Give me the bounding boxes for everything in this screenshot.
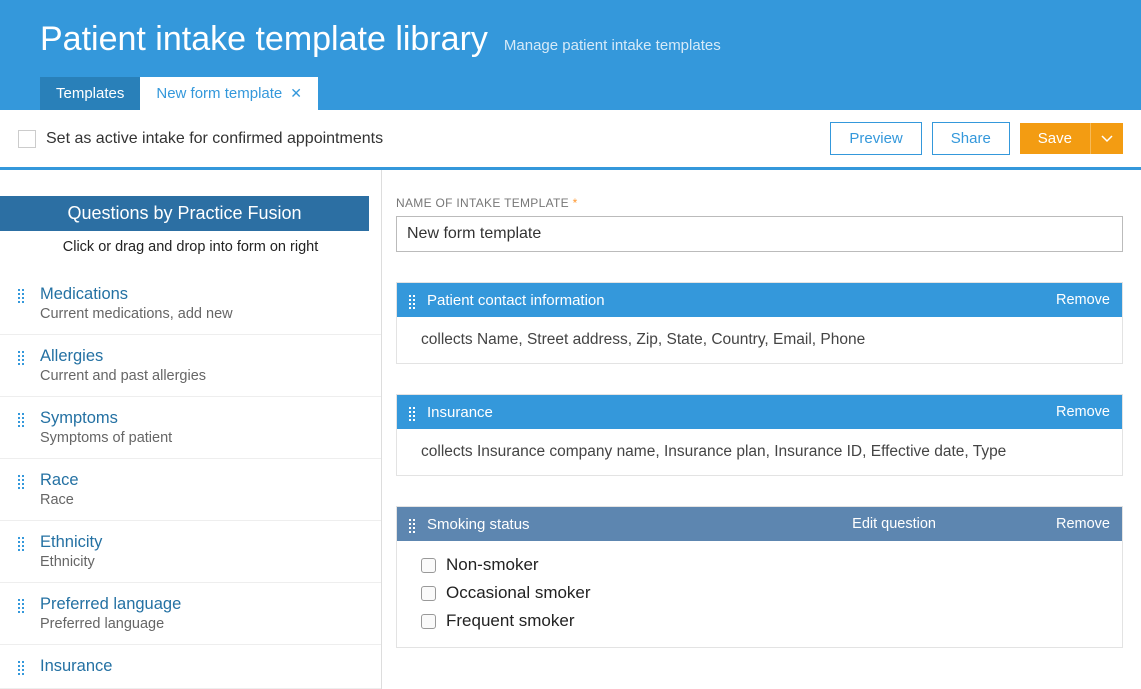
page-title: Patient intake template library: [40, 20, 488, 59]
template-name-label: NAME OF INTAKE TEMPLATE *: [396, 196, 1123, 210]
question-item-medications[interactable]: Medications Current medications, add new: [0, 273, 381, 335]
question-title: Ethnicity: [40, 533, 102, 552]
option-label: Occasional smoker: [446, 583, 591, 603]
drag-handle-icon[interactable]: [18, 661, 26, 675]
template-name-input[interactable]: [396, 216, 1123, 252]
preview-button[interactable]: Preview: [830, 122, 921, 155]
question-subtitle: Current medications, add new: [40, 306, 233, 322]
option-row: Occasional smoker: [421, 583, 1098, 603]
question-item-preferred-language[interactable]: Preferred language Preferred language: [0, 583, 381, 645]
app-header: Patient intake template library Manage p…: [0, 0, 1141, 110]
set-active-label: Set as active intake for confirmed appoi…: [46, 130, 383, 148]
question-title: Race: [40, 471, 79, 490]
question-subtitle: Ethnicity: [40, 554, 102, 570]
question-title: Insurance: [40, 657, 112, 676]
chevron-down-icon: [1101, 135, 1113, 143]
save-dropdown-button[interactable]: [1090, 123, 1123, 154]
section-title: Patient contact information: [427, 292, 605, 309]
drag-handle-icon[interactable]: [18, 475, 26, 489]
drag-handle-icon[interactable]: [409, 295, 417, 309]
section-title: Insurance: [427, 404, 493, 421]
question-subtitle: Race: [40, 492, 79, 508]
sidebar-heading: Questions by Practice Fusion: [0, 196, 369, 231]
drag-handle-icon[interactable]: [409, 519, 417, 533]
question-subtitle: Current and past allergies: [40, 368, 206, 384]
drag-handle-icon[interactable]: [18, 351, 26, 365]
drag-handle-icon[interactable]: [18, 537, 26, 551]
tab-templates[interactable]: Templates: [40, 77, 140, 110]
sidebar-hint: Click or drag and drop into form on righ…: [0, 239, 381, 273]
form-section-insurance: Insurance Remove collects Insurance comp…: [396, 394, 1123, 476]
remove-section-button[interactable]: Remove: [1056, 292, 1110, 308]
drag-handle-icon[interactable]: [18, 413, 26, 427]
question-subtitle: Symptoms of patient: [40, 430, 172, 446]
option-label: Frequent smoker: [446, 611, 575, 631]
question-subtitle: Preferred language: [40, 616, 181, 632]
set-active-checkbox[interactable]: [18, 130, 36, 148]
option-checkbox[interactable]: [421, 614, 436, 629]
remove-section-button[interactable]: Remove: [1056, 404, 1110, 420]
question-item-race[interactable]: Race Race: [0, 459, 381, 521]
share-button[interactable]: Share: [932, 122, 1010, 155]
question-item-allergies[interactable]: Allergies Current and past allergies: [0, 335, 381, 397]
section-title: Smoking status: [427, 516, 530, 533]
save-button[interactable]: Save: [1020, 123, 1090, 154]
question-title: Medications: [40, 285, 233, 304]
drag-handle-icon[interactable]: [409, 407, 417, 421]
drag-handle-icon[interactable]: [18, 599, 26, 613]
question-title: Preferred language: [40, 595, 181, 614]
section-description: collects Name, Street address, Zip, Stat…: [397, 317, 1122, 363]
option-label: Non-smoker: [446, 555, 539, 575]
page-subtitle: Manage patient intake templates: [504, 37, 721, 54]
form-builder-main: NAME OF INTAKE TEMPLATE * Patient contac…: [382, 170, 1141, 689]
question-item-ethnicity[interactable]: Ethnicity Ethnicity: [0, 521, 381, 583]
question-library-sidebar: Questions by Practice Fusion Click or dr…: [0, 170, 382, 689]
section-description: collects Insurance company name, Insuran…: [397, 429, 1122, 475]
close-icon[interactable]: ✕: [290, 85, 302, 102]
question-item-symptoms[interactable]: Symptoms Symptoms of patient: [0, 397, 381, 459]
tab-bar: Templates New form template ✕: [40, 77, 1101, 110]
form-section-contact: Patient contact information Remove colle…: [396, 282, 1123, 364]
option-row: Non-smoker: [421, 555, 1098, 575]
edit-question-button[interactable]: Edit question: [852, 516, 936, 532]
question-title: Symptoms: [40, 409, 172, 428]
drag-handle-icon[interactable]: [18, 289, 26, 303]
option-row: Frequent smoker: [421, 611, 1098, 631]
question-title: Allergies: [40, 347, 206, 366]
toolbar: Set as active intake for confirmed appoi…: [0, 110, 1141, 170]
tab-current-template[interactable]: New form template ✕: [140, 77, 318, 110]
remove-section-button[interactable]: Remove: [1056, 516, 1110, 532]
option-checkbox[interactable]: [421, 586, 436, 601]
required-indicator: *: [573, 196, 578, 210]
form-section-smoking: Smoking status Edit question Remove Non-…: [396, 506, 1123, 648]
question-item-insurance[interactable]: Insurance: [0, 645, 381, 689]
tab-label: New form template: [156, 85, 282, 102]
option-checkbox[interactable]: [421, 558, 436, 573]
